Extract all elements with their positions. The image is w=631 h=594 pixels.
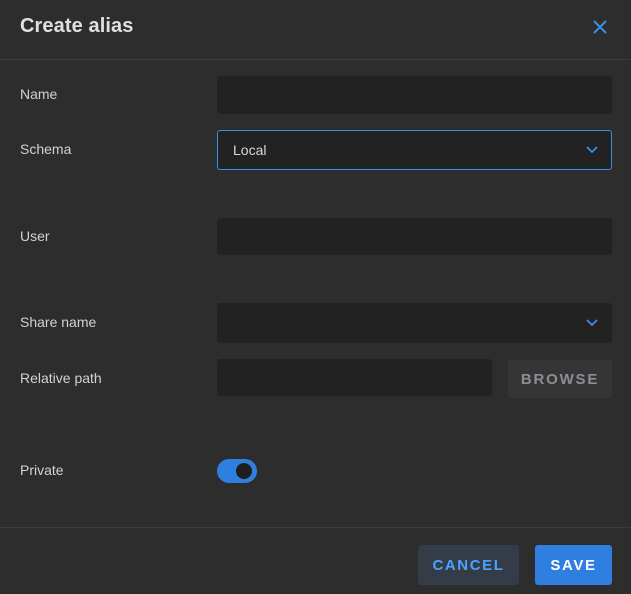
dialog-footer: CANCEL SAVE — [0, 527, 631, 594]
relative-path-label: Relative path — [20, 370, 102, 386]
share-name-select[interactable] — [217, 303, 612, 343]
dialog-title: Create alias — [20, 15, 134, 37]
create-alias-dialog: Create alias Name Schema Local User Shar… — [0, 0, 631, 594]
toggle-knob — [236, 463, 252, 479]
name-input[interactable] — [217, 76, 612, 114]
save-button[interactable]: SAVE — [535, 545, 612, 585]
private-label: Private — [20, 462, 64, 478]
user-label: User — [20, 228, 50, 244]
dialog-header: Create alias — [0, 0, 631, 60]
schema-value: Local — [233, 142, 267, 158]
share-name-label: Share name — [20, 314, 97, 330]
browse-button[interactable]: BROWSE — [508, 360, 612, 398]
schema-label: Schema — [20, 141, 72, 157]
private-toggle[interactable] — [217, 459, 257, 483]
chevron-down-icon — [585, 316, 599, 330]
relative-path-input[interactable] — [217, 359, 492, 396]
chevron-down-icon — [585, 143, 599, 157]
user-input[interactable] — [217, 218, 612, 255]
schema-select[interactable]: Local — [217, 130, 612, 170]
name-label: Name — [20, 86, 58, 102]
close-button[interactable] — [588, 15, 612, 39]
close-icon — [593, 20, 607, 34]
cancel-button[interactable]: CANCEL — [418, 545, 519, 585]
